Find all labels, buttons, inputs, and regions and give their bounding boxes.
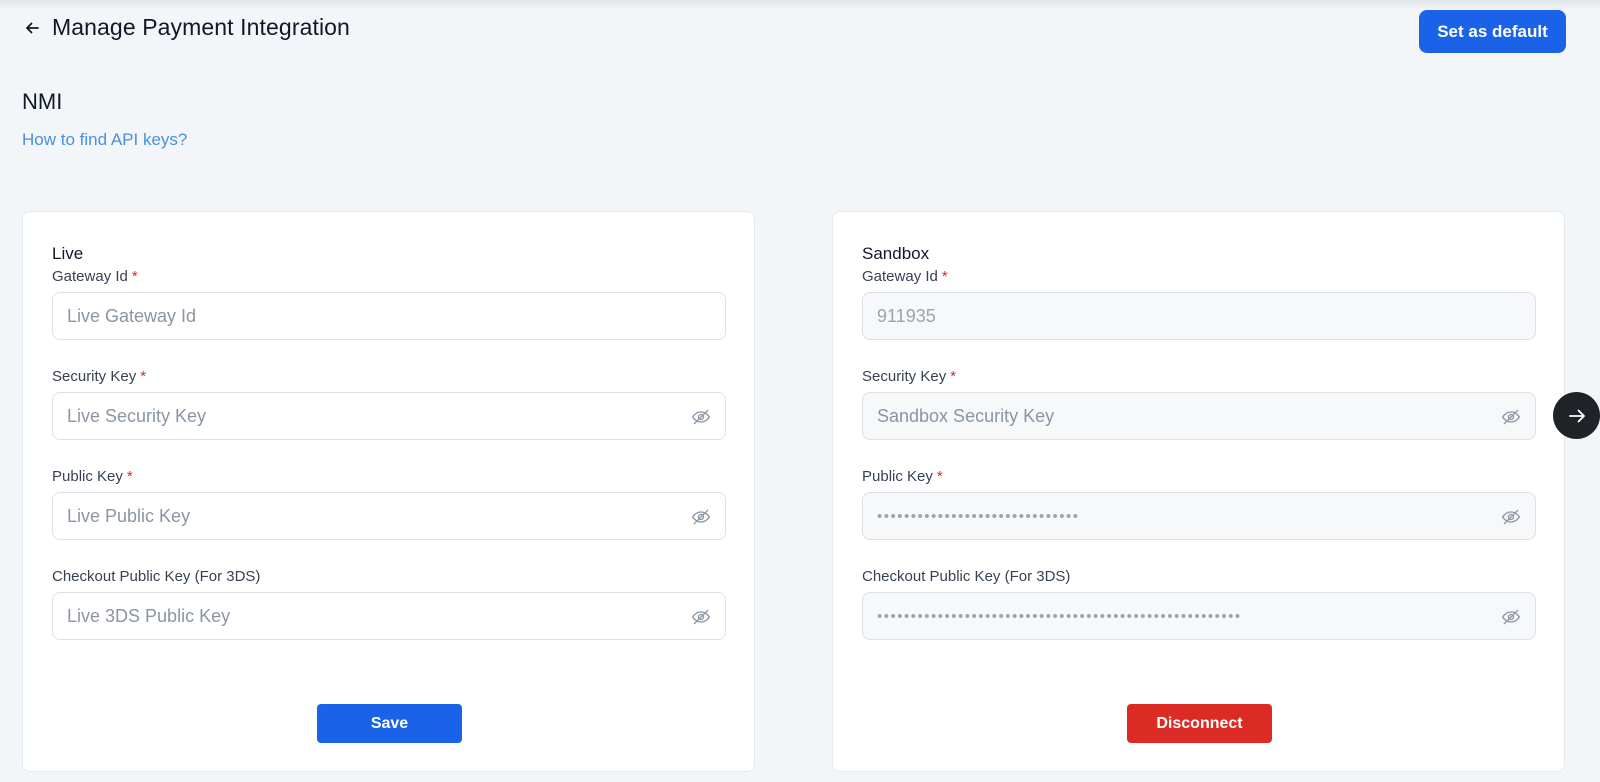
eye-off-icon[interactable] bbox=[1501, 507, 1521, 527]
sandbox-checkout-input[interactable] bbox=[863, 593, 1535, 639]
provider-name: NMI bbox=[22, 89, 63, 114]
top-shadow bbox=[0, 0, 1600, 10]
live-security-label: Security Key * bbox=[52, 368, 147, 385]
sandbox-gateway-field bbox=[862, 292, 1536, 340]
api-keys-help-link[interactable]: How to find API keys? bbox=[22, 130, 187, 150]
sandbox-checkout-field bbox=[862, 592, 1536, 640]
live-public-field bbox=[52, 492, 726, 540]
required-marker: * bbox=[131, 268, 138, 285]
page-title: Manage Payment Integration bbox=[52, 14, 350, 40]
live-security-field bbox=[52, 392, 726, 440]
sandbox-card: Sandbox Gateway Id* Security Key* Public… bbox=[832, 211, 1565, 772]
required-marker: * bbox=[936, 468, 943, 485]
sandbox-security-field bbox=[862, 392, 1536, 440]
sandbox-public-field bbox=[862, 492, 1536, 540]
sandbox-card-title: Sandbox bbox=[862, 244, 930, 263]
sandbox-public-input[interactable] bbox=[863, 493, 1535, 539]
sandbox-checkout-label: Checkout Public Key (For 3DS) bbox=[862, 568, 1071, 585]
eye-off-icon[interactable] bbox=[691, 407, 711, 427]
eye-off-icon[interactable] bbox=[691, 607, 711, 627]
disconnect-button[interactable]: Disconnect bbox=[1127, 704, 1272, 743]
eye-off-icon[interactable] bbox=[1501, 407, 1521, 427]
sandbox-security-label: Security Key * bbox=[862, 368, 957, 385]
live-checkout-input[interactable] bbox=[53, 593, 725, 639]
live-checkout-field bbox=[52, 592, 726, 640]
save-button[interactable]: Save bbox=[317, 704, 462, 743]
eye-off-icon[interactable] bbox=[1501, 607, 1521, 627]
required-marker: * bbox=[941, 268, 948, 285]
next-arrow-button[interactable] bbox=[1553, 392, 1600, 439]
live-checkout-label: Checkout Public Key (For 3DS) bbox=[52, 568, 261, 585]
live-card: Live Gateway Id* Security Key* Public Ke… bbox=[22, 211, 755, 772]
live-card-title: Live bbox=[52, 244, 84, 263]
live-security-input[interactable] bbox=[53, 393, 725, 439]
arrow-left-icon bbox=[26, 22, 39, 33]
live-public-input[interactable] bbox=[53, 493, 725, 539]
page-header: Manage Payment Integration bbox=[22, 14, 350, 41]
sandbox-public-label: Public Key * bbox=[862, 468, 943, 485]
sandbox-gateway-input[interactable] bbox=[863, 293, 1535, 339]
live-gateway-label: Gateway Id * bbox=[52, 268, 138, 285]
live-public-label: Public Key * bbox=[52, 468, 133, 485]
required-marker: * bbox=[140, 368, 147, 385]
sandbox-gateway-label: Gateway Id * bbox=[862, 268, 948, 285]
live-gateway-field bbox=[52, 292, 726, 340]
required-marker: * bbox=[126, 468, 133, 485]
back-button[interactable] bbox=[22, 18, 42, 38]
required-marker: * bbox=[950, 368, 957, 385]
sandbox-security-input[interactable] bbox=[863, 393, 1535, 439]
arrow-right-icon bbox=[1568, 409, 1585, 422]
live-gateway-input[interactable] bbox=[53, 293, 725, 339]
set-as-default-button[interactable]: Set as default bbox=[1419, 10, 1566, 53]
eye-off-icon[interactable] bbox=[691, 507, 711, 527]
